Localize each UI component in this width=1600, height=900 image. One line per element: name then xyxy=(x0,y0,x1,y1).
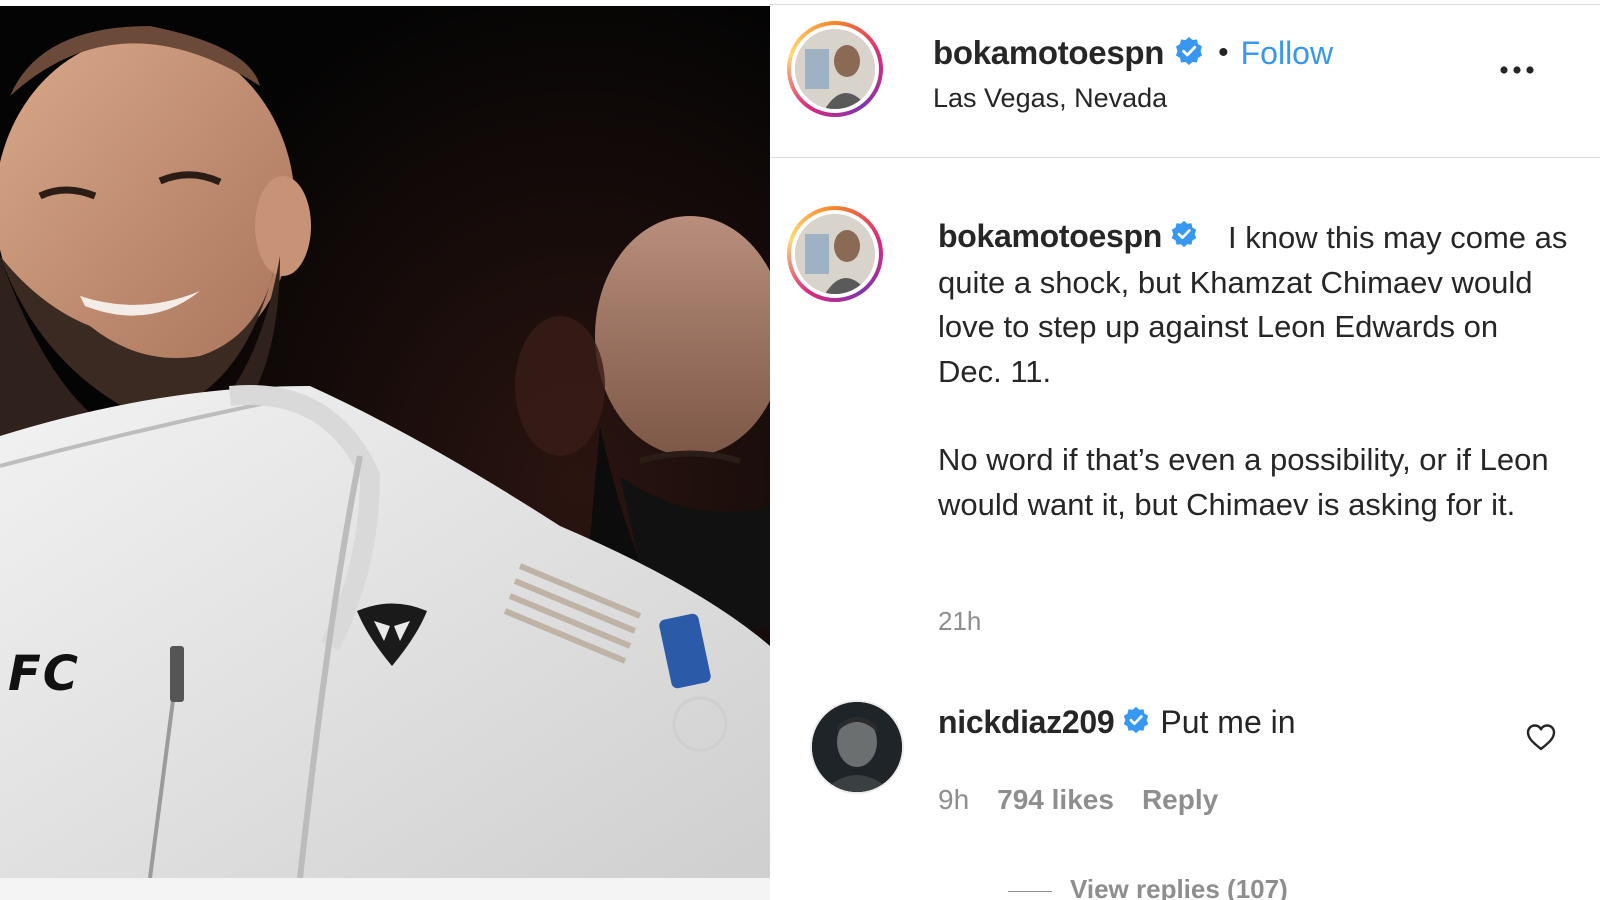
post-header: bokamotoespn • Follow Las Vegas, Nevada xyxy=(770,5,1600,158)
reply-button[interactable]: Reply xyxy=(1142,784,1218,816)
view-replies-label: View replies (107) xyxy=(1070,874,1288,900)
view-replies-line xyxy=(1008,890,1052,892)
post-photo-illustration xyxy=(0,6,770,878)
caption-paragraph-2: No word if that’s even a possibility, or… xyxy=(938,442,1549,522)
photo-bottom-strip xyxy=(0,878,770,900)
caption-text: I know this may come as quite a shock, b… xyxy=(938,216,1568,527)
caption-paragraph-1: I know this may come as quite a shock, b… xyxy=(938,220,1568,389)
jacket-logo-text: FC xyxy=(8,646,81,702)
post-side-panel: bokamotoespn • Follow Las Vegas, Nevada xyxy=(770,0,1600,900)
post-photo: FC xyxy=(0,6,770,878)
commenter-username[interactable]: nickdiaz209 xyxy=(938,704,1115,741)
separator-dot: • xyxy=(1218,36,1229,69)
instagram-post-screenshot: FC bokamotoespn • Follow Las Vegas, Neva… xyxy=(0,0,1600,900)
author-name-row: bokamotoespn • Follow xyxy=(933,31,1333,75)
comment-likes[interactable]: 794 likes xyxy=(997,784,1114,816)
more-options-icon[interactable] xyxy=(1497,63,1537,77)
comment-text: Put me in xyxy=(1160,704,1296,740)
post-location[interactable]: Las Vegas, Nevada xyxy=(933,83,1167,114)
view-replies-button[interactable]: View replies (107) xyxy=(1008,874,1288,900)
follow-button[interactable]: Follow xyxy=(1241,35,1333,72)
caption-timestamp[interactable]: 21h xyxy=(938,606,981,637)
author-username[interactable]: bokamotoespn xyxy=(933,34,1164,72)
commenter-avatar[interactable] xyxy=(810,700,904,794)
comment-row: nickdiaz209 Put me in xyxy=(938,704,1296,741)
verified-badge-icon xyxy=(1174,36,1204,71)
comment-timestamp[interactable]: 9h xyxy=(938,784,969,816)
caption-author-avatar[interactable] xyxy=(787,206,883,302)
verified-badge-icon xyxy=(1122,706,1150,739)
comment-meta: 9h 794 likes Reply xyxy=(938,784,1246,816)
heart-outline-icon[interactable] xyxy=(1525,722,1557,752)
author-avatar[interactable] xyxy=(787,21,883,117)
